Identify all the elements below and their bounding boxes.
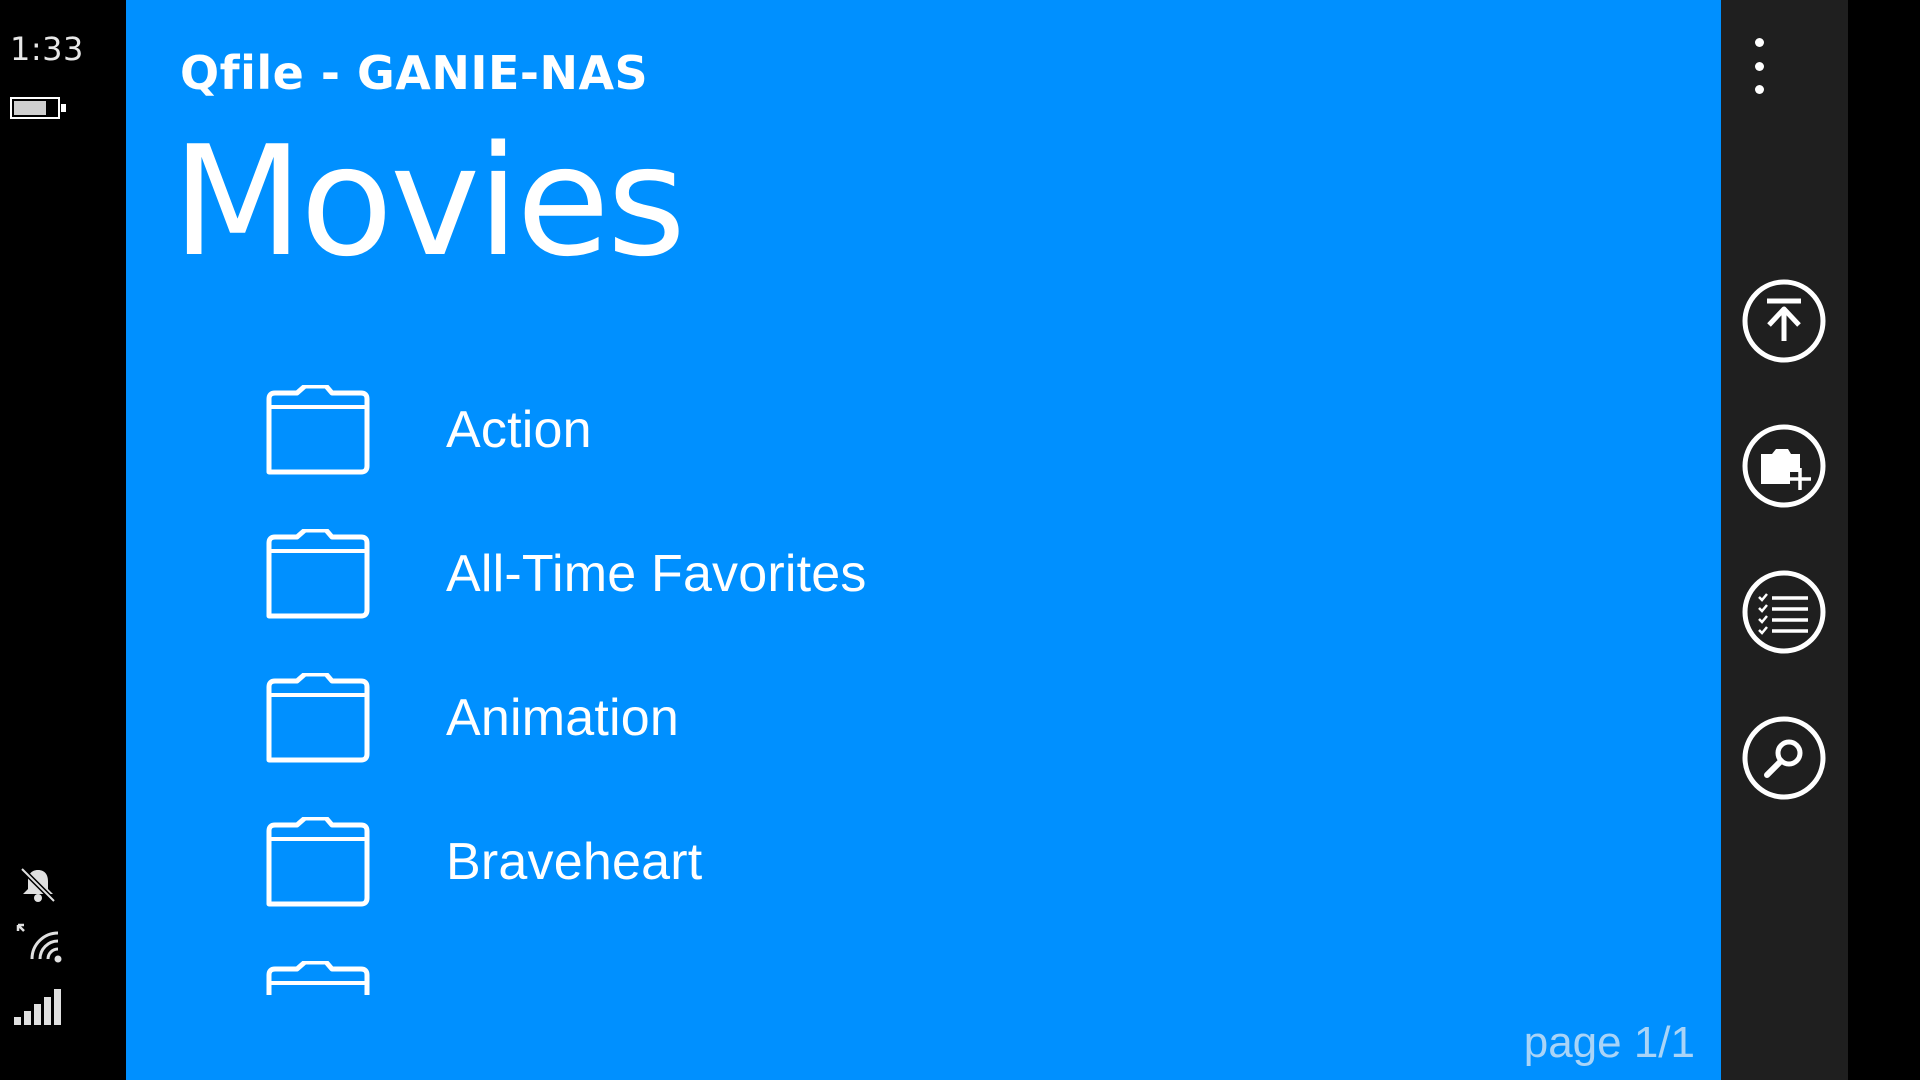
more-options-icon[interactable]: [1739, 38, 1779, 94]
status-time: 1:33: [10, 30, 84, 68]
upload-icon[interactable]: [1742, 279, 1826, 363]
folder-icon: [266, 529, 370, 619]
new-folder-icon[interactable]: [1742, 424, 1826, 508]
wifi-icon: [14, 921, 70, 969]
folder-icon: [266, 673, 370, 763]
right-edge: [1848, 0, 1920, 1080]
folder-item-all-time-favorites[interactable]: All-Time Favorites: [266, 514, 1566, 634]
app-bar: [1721, 0, 1848, 1080]
folder-item-partial[interactable]: [266, 946, 1566, 995]
folder-label: Animation: [446, 689, 680, 747]
qfile-app: Qfile - GANIE-NAS Movies Action All-Time…: [126, 0, 1721, 1080]
folder-item-action[interactable]: Action: [266, 370, 1566, 490]
folder-icon: [266, 817, 370, 907]
signal-icon: [12, 987, 68, 1031]
folder-label: Action: [446, 401, 592, 459]
folder-list[interactable]: Action All-Time Favorites Animation Brav…: [126, 370, 1721, 995]
page-indicator: page 1/1: [1523, 1018, 1695, 1067]
page-title: Movies: [172, 113, 686, 290]
folder-item-animation[interactable]: Animation: [266, 658, 1566, 778]
phone-screen: 1:33 Qfile - GANIE-NAS Movies Action All…: [0, 0, 1920, 1080]
folder-item-braveheart[interactable]: Braveheart: [266, 802, 1566, 922]
system-status-bar: 1:33: [0, 0, 126, 1080]
search-icon[interactable]: [1742, 716, 1826, 800]
folder-label: All-Time Favorites: [446, 545, 867, 603]
bell-mute-icon: [18, 865, 58, 909]
select-list-icon[interactable]: [1742, 570, 1826, 654]
app-title: Qfile - GANIE-NAS: [180, 46, 649, 100]
folder-icon: [266, 385, 370, 475]
folder-icon: [266, 961, 370, 995]
folder-label: Braveheart: [446, 833, 703, 891]
battery-icon: [10, 96, 68, 124]
